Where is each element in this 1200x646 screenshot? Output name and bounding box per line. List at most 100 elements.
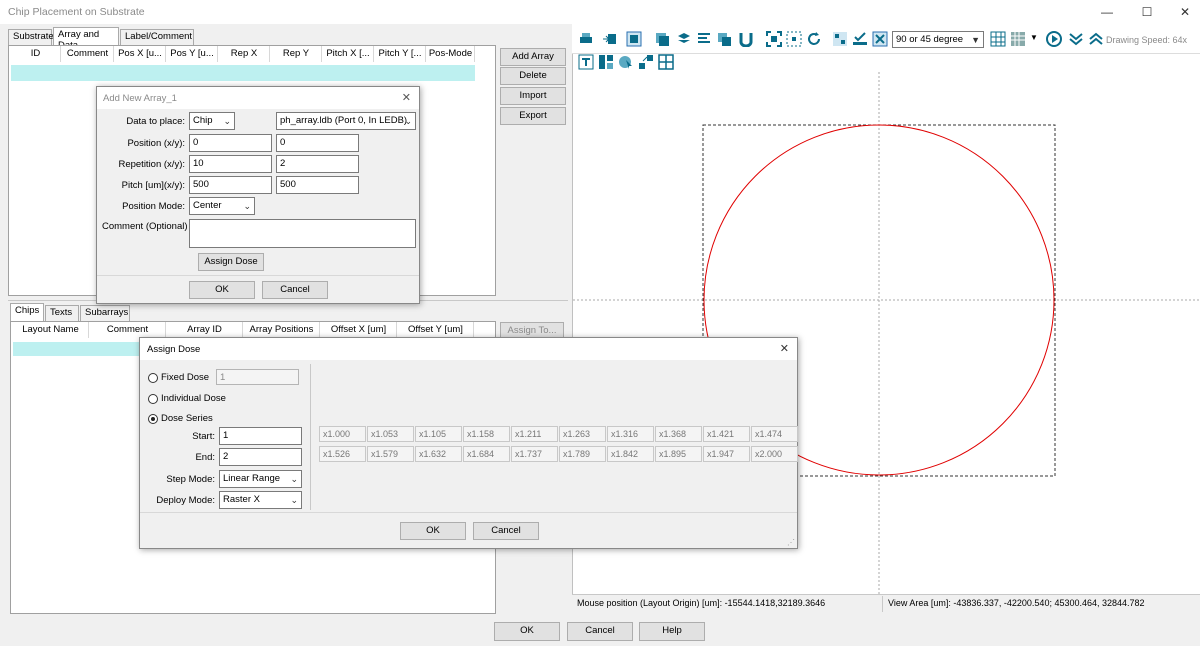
minimize-icon[interactable]: — [1096,4,1118,20]
deploy-mode-value: Raster X [223,494,260,505]
individual-dose-label: Individual Dose [161,393,226,404]
maximize-icon[interactable]: ☐ [1136,4,1158,20]
ok-button[interactable]: OK [494,622,560,641]
dose-value-cell: x1.316 [607,426,654,442]
dose-value-cell: x2.000 [751,446,798,462]
grid-icon[interactable] [990,31,1006,47]
position-mode-select[interactable]: Center ⌄ [189,197,255,215]
column-header[interactable]: Offset X [um] [321,322,397,338]
speed-down-icon[interactable] [1068,31,1084,47]
column-header[interactable]: ID [11,46,61,62]
check-icon[interactable] [852,31,868,47]
divider [140,512,797,513]
assign-dose-button[interactable]: Assign Dose [198,253,264,271]
delete-button[interactable]: Delete [500,67,566,85]
column-header[interactable]: Rep X [219,46,270,62]
print-icon[interactable] [578,31,594,47]
stack-icon[interactable] [676,31,692,47]
repetition-y-input[interactable]: 2 [276,155,359,173]
fit-view-icon[interactable] [766,31,782,47]
column-header[interactable]: Offset Y [um] [398,322,474,338]
data-source-value: ph_array.ldb (Port 0, In LEDB) [280,115,408,126]
column-header[interactable]: Layout Name [13,322,89,338]
dose-series-radio[interactable] [148,414,158,424]
table-tool-icon[interactable] [658,54,674,70]
cross-icon[interactable] [872,31,888,47]
fixed-dose-radio[interactable] [148,373,158,383]
drawing-speed-label: Drawing Speed: 64x [1106,35,1188,45]
table-row[interactable] [11,65,475,81]
dialog-ok-button[interactable]: OK [189,281,255,299]
column-header[interactable]: Pos-Mode [427,46,475,62]
play-icon[interactable] [1046,31,1062,47]
layout-tool-icon[interactable] [598,54,614,70]
angle-select[interactable]: 90 or 45 degree ▼ [892,31,984,48]
dose-cancel-button[interactable]: Cancel [473,522,539,540]
pitch-y-input[interactable]: 500 [276,176,359,194]
individual-dose-radio[interactable] [148,394,158,404]
column-header[interactable]: Comment [62,46,114,62]
speed-up-icon[interactable] [1088,31,1104,47]
position-x-input[interactable]: 0 [189,134,272,152]
column-header[interactable]: Pitch Y [... [375,46,426,62]
dropdown-arrow-icon[interactable]: ▼ [1030,33,1038,42]
end-input[interactable]: 2 [219,448,302,466]
u-shape-icon[interactable] [738,31,754,47]
dialog-title-bar: Add New Array_1 ✕ [97,87,419,109]
data-type-select[interactable]: Chip ⌄ [189,112,235,130]
export-button[interactable]: Export [500,107,566,125]
start-input[interactable]: 1 [219,427,302,445]
step-mode-label: Step Mode: [166,474,215,485]
dialog-cancel-button[interactable]: Cancel [262,281,328,299]
grid-select-icon[interactable] [786,31,802,47]
deploy-mode-select[interactable]: Raster X ⌄ [219,491,302,509]
column-header[interactable]: Pos Y [u... [167,46,218,62]
dose-value-cell: x1.684 [463,446,510,462]
align-icon[interactable] [696,31,712,47]
chevron-down-icon: ⌄ [290,495,298,505]
tab-texts[interactable]: Texts [45,305,79,321]
dose-value-cell: x1.737 [511,446,558,462]
position-y-input[interactable]: 0 [276,134,359,152]
layers-icon[interactable] [654,31,670,47]
refresh-icon[interactable] [806,31,822,47]
column-header[interactable]: Array Positions [244,322,320,338]
cancel-button[interactable]: Cancel [567,622,633,641]
pattern-icon[interactable] [832,31,848,47]
data-source-select[interactable]: ph_array.ldb (Port 0, In LEDB) ⌄ [276,112,416,130]
repetition-x-input[interactable]: 10 [189,155,272,173]
column-header[interactable]: Comment [90,322,166,338]
tab-array-and-data[interactable]: Array and Data [53,27,119,51]
pitch-x-input[interactable]: 500 [189,176,272,194]
table-row[interactable] [13,342,143,356]
title-bar: Chip Placement on Substrate — ☐ ✕ [0,0,1200,24]
dose-ok-button[interactable]: OK [400,522,466,540]
close-icon[interactable]: ✕ [780,342,789,355]
import-button[interactable]: Import [500,87,566,105]
window-icon[interactable] [626,31,642,47]
end-label: End: [195,452,215,463]
close-icon[interactable]: ✕ [402,91,411,104]
mesh-icon[interactable] [1010,31,1026,47]
close-icon[interactable]: ✕ [1174,4,1196,20]
import-layout-icon[interactable] [602,31,618,47]
column-header[interactable]: Pitch X [... [323,46,374,62]
copy-icon[interactable] [716,31,732,47]
help-button[interactable]: Help [639,622,705,641]
position-mode-value: Center [193,200,222,211]
tab-label-comment[interactable]: Label/Comment [120,29,194,45]
tab-chips[interactable]: Chips [10,303,44,321]
fixed-dose-input[interactable]: 1 [216,369,299,385]
tab-substrate[interactable]: Substrate [8,29,54,45]
column-header[interactable]: Pos X [u... [115,46,166,62]
resize-grip-icon[interactable]: ⋰ [787,538,795,547]
add-array-button[interactable]: Add Array [500,48,566,66]
arrange-tool-icon[interactable] [638,54,654,70]
tab-subarrays[interactable]: Subarrays [80,305,130,321]
column-header[interactable]: Array ID [167,322,243,338]
comment-textarea[interactable] [189,219,416,248]
step-mode-select[interactable]: Linear Range ⌄ [219,470,302,488]
column-header[interactable]: Rep Y [271,46,322,62]
text-tool-icon[interactable] [578,54,594,70]
pointer-tool-icon[interactable] [618,54,634,70]
